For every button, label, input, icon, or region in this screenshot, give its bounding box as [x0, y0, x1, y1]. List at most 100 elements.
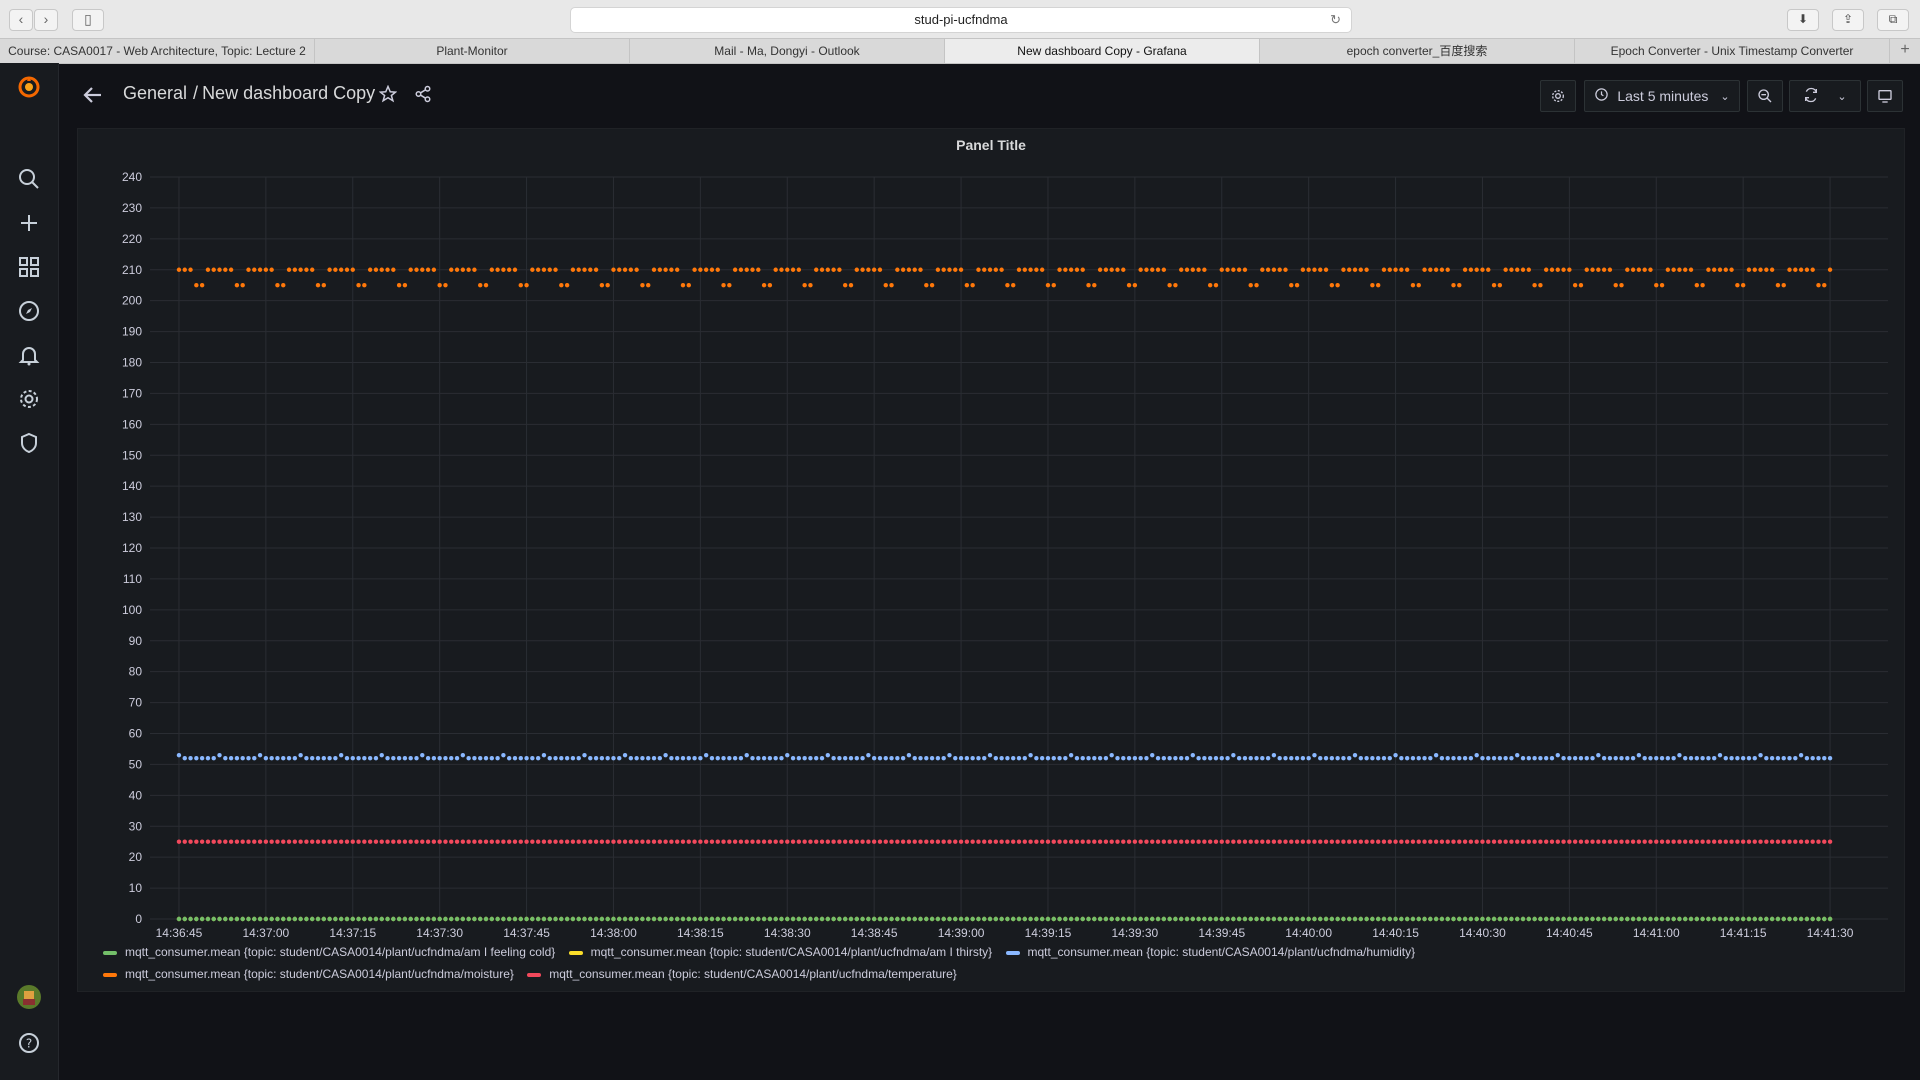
- browser-tab[interactable]: Course: CASA0017 - Web Architecture, Top…: [0, 39, 315, 63]
- data-point: [1364, 839, 1369, 844]
- data-point: [1549, 267, 1555, 272]
- data-point: [1526, 756, 1532, 761]
- tab-overview-icon[interactable]: ⧉: [1877, 9, 1909, 31]
- data-point: [1752, 916, 1757, 922]
- data-point: [843, 283, 848, 288]
- graph-panel[interactable]: Panel Title 0 10 20 30 40 50 60 70 80 90 100 110 120…: [77, 128, 1905, 992]
- search-icon[interactable]: [17, 167, 41, 191]
- breadcrumb-folder[interactable]: General: [123, 83, 187, 103]
- legend-item[interactable]: mqtt_consumer.mean {topic: student/CASA0…: [527, 963, 957, 985]
- data-point: [1005, 839, 1010, 844]
- dashboard-settings-gear-icon[interactable]: [1540, 80, 1576, 112]
- data-point: [541, 839, 547, 844]
- browser-tab[interactable]: Plant-Monitor: [315, 39, 630, 63]
- data-point: [1677, 839, 1682, 844]
- zoom-out-icon[interactable]: [1747, 80, 1783, 112]
- gear-icon[interactable]: [17, 387, 41, 411]
- browser-tab[interactable]: Mail - Ma, Dongyi - Outlook: [630, 39, 945, 63]
- chart-plot[interactable]: 0 10 20 30 40 50 60 70 80 90 100 110 120 130 140 150 160…: [78, 129, 1904, 939]
- data-point: [744, 916, 749, 922]
- data-point: [964, 916, 970, 922]
- browser-forward-button[interactable]: ›: [34, 9, 58, 31]
- data-point: [785, 916, 790, 922]
- legend-item[interactable]: mqtt_consumer.mean {topic: student/CASA0…: [103, 941, 555, 963]
- data-point: [541, 267, 547, 272]
- data-point: [1457, 916, 1462, 922]
- data-point: [1509, 839, 1514, 844]
- shield-icon[interactable]: [17, 431, 41, 455]
- downloads-icon[interactable]: ⬇: [1787, 9, 1819, 31]
- legend-item[interactable]: mqtt_consumer.mean {topic: student/CASA0…: [103, 963, 514, 985]
- data-point: [605, 916, 610, 922]
- dashboard-title[interactable]: New dashboard Copy: [202, 83, 375, 103]
- data-point: [1161, 839, 1167, 844]
- browser-back-button[interactable]: ‹: [9, 9, 33, 31]
- reload-icon[interactable]: ↻: [1330, 8, 1341, 32]
- data-point: [1011, 839, 1016, 844]
- data-point: [286, 916, 292, 922]
- legend-swatch: [103, 972, 117, 977]
- data-point: [1422, 267, 1427, 272]
- tv-mode-icon[interactable]: [1867, 80, 1903, 112]
- data-point: [732, 916, 738, 922]
- address-bar[interactable]: stud-pi-ucfndma ↻: [570, 7, 1352, 33]
- help-icon[interactable]: ?: [17, 1031, 41, 1055]
- data-point: [1347, 756, 1352, 761]
- explore-icon[interactable]: [17, 299, 41, 323]
- data-point: [953, 916, 958, 922]
- data-point: [703, 752, 709, 758]
- avatar-icon[interactable]: [17, 985, 41, 1009]
- data-point: [622, 839, 628, 844]
- data-point: [976, 756, 981, 761]
- alert-bell-icon[interactable]: [17, 343, 41, 367]
- sidebar-toggle-icon[interactable]: ▯: [72, 9, 104, 31]
- legend-item[interactable]: mqtt_consumer.mean {topic: student/CASA0…: [1005, 941, 1415, 963]
- data-point: [1248, 916, 1253, 922]
- data-point: [1289, 756, 1294, 761]
- data-point: [315, 756, 321, 761]
- data-point: [669, 916, 674, 922]
- share-sheet-icon[interactable]: ⇪: [1832, 9, 1864, 31]
- browser-tab[interactable]: epoch converter_百度搜索: [1260, 39, 1575, 63]
- data-point: [188, 267, 193, 272]
- data-point: [1572, 839, 1578, 844]
- time-range-picker[interactable]: Last 5 minutes ⌄: [1584, 80, 1740, 112]
- legend-item[interactable]: mqtt_consumer.mean {topic: student/CASA0…: [568, 941, 992, 963]
- data-point: [1671, 839, 1676, 844]
- data-point: [188, 756, 193, 761]
- data-point: [478, 283, 483, 288]
- data-point: [199, 756, 205, 761]
- data-point: [240, 916, 245, 922]
- data-point: [1572, 283, 1578, 288]
- browser-tab[interactable]: Epoch Converter - Unix Timestamp Convert…: [1575, 39, 1890, 63]
- data-point: [947, 916, 952, 922]
- data-point: [1028, 839, 1033, 844]
- data-point: [489, 916, 495, 922]
- data-point: [1150, 916, 1155, 922]
- data-point: [1393, 839, 1398, 844]
- data-point: [1097, 267, 1103, 272]
- browser-tab-active[interactable]: New dashboard Copy - Grafana: [945, 39, 1260, 63]
- refresh-button[interactable]: ⌄: [1789, 80, 1861, 112]
- data-point: [1648, 267, 1653, 272]
- star-icon[interactable]: [378, 84, 398, 108]
- data-point: [1515, 267, 1520, 272]
- data-point: [779, 267, 784, 272]
- data-point: [182, 756, 187, 761]
- data-point: [1387, 839, 1392, 844]
- new-tab-button[interactable]: +: [1890, 39, 1920, 63]
- share-icon[interactable]: [414, 85, 432, 108]
- data-point: [1486, 839, 1491, 844]
- data-point: [373, 839, 379, 844]
- data-point: [1265, 839, 1271, 844]
- plus-icon[interactable]: [17, 211, 41, 235]
- browser-chrome: ‹ › ▯ stud-pi-ucfndma ↻ ⬇ ⇪ ⧉ Course: CA…: [0, 0, 1920, 64]
- grafana-logo-icon[interactable]: [17, 75, 41, 99]
- dashboards-icon[interactable]: [17, 255, 41, 279]
- data-point: [1572, 916, 1578, 922]
- legend-label: mqtt_consumer.mean {topic: student/CASA0…: [549, 967, 957, 981]
- back-arrow-icon[interactable]: [81, 83, 105, 107]
- data-point: [617, 839, 622, 844]
- data-point: [1034, 916, 1039, 922]
- data-point: [1642, 916, 1647, 922]
